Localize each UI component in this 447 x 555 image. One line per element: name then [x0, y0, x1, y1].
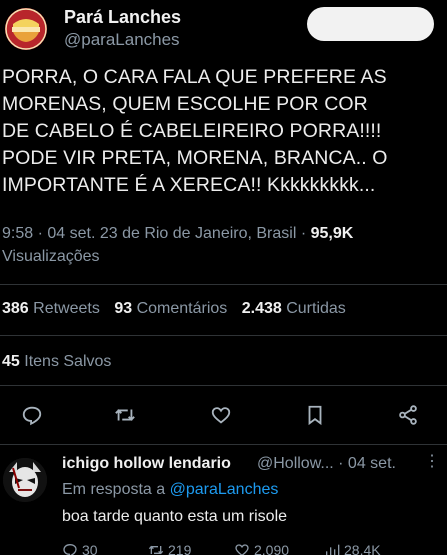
tweet-metadata: 9:58 · 04 set. 23 de Rio de Janeiro, Bra…	[2, 222, 442, 268]
hollow-mask-avatar	[3, 458, 47, 502]
tweet-text: PORRA, O CARA FALA QUE PREFERE AS MORENA…	[2, 66, 388, 196]
engagement-stats: 386 Retweets 93 Comentários 2.438 Curtid…	[2, 300, 356, 318]
views-icon	[326, 544, 340, 555]
like-icon	[211, 407, 231, 424]
more-options-icon[interactable]: ⋮	[424, 451, 440, 471]
user-handle[interactable]: @paraLanches	[64, 30, 180, 50]
reply-button[interactable]	[17, 400, 47, 430]
divider	[0, 335, 447, 336]
like-button[interactable]	[206, 400, 236, 430]
retweet-icon	[115, 409, 135, 421]
reply-retweet-button[interactable]: 219	[148, 542, 191, 555]
likes-stat[interactable]: 2.438 Curtidas	[242, 300, 346, 317]
follow-button[interactable]	[307, 7, 434, 41]
display-name[interactable]: Pará Lanches	[64, 7, 181, 28]
share-button[interactable]	[393, 400, 423, 430]
reply-tweet[interactable]: ichigo hollow lendario @Hollow... · 04 s…	[0, 446, 447, 555]
views-label: Visualizações	[2, 248, 100, 265]
mention-link[interactable]: @paraLanches	[170, 481, 279, 498]
divider	[0, 444, 447, 445]
share-icon	[399, 405, 417, 425]
saved-stat[interactable]: 45 Itens Salvos	[2, 353, 111, 370]
tweet-timestamp[interactable]: 9:58 · 04 set. 23 de Rio de Janeiro, Bra…	[2, 225, 311, 242]
reply-icon	[22, 406, 42, 426]
retweet-button[interactable]	[110, 400, 140, 430]
tweet-action-bar	[0, 398, 447, 432]
reply-action-bar: 30 219 2.090 28,4K	[62, 542, 442, 555]
divider	[0, 385, 447, 386]
reply-to-line: Em resposta a @paraLanches	[62, 481, 279, 498]
reply-views-button[interactable]: 28,4K	[324, 542, 381, 555]
retweet-icon	[148, 545, 164, 555]
like-icon	[235, 544, 249, 555]
comments-stat[interactable]: 93 Comentários	[114, 300, 227, 317]
reply-handle-time[interactable]: @Hollow... · 04 set.	[257, 455, 396, 473]
retweets-stat[interactable]: 386 Retweets	[2, 300, 100, 317]
views-count: 95,9K	[310, 225, 354, 242]
reply-icon	[63, 543, 77, 555]
reply-text: boa tarde quanto esta um risole	[62, 508, 288, 525]
reply-like-button[interactable]: 2.090	[234, 542, 289, 555]
bookmark-icon	[308, 405, 322, 426]
reply-author-name[interactable]: ichigo hollow lendario	[62, 455, 231, 473]
avatar[interactable]	[5, 8, 47, 50]
reply-reply-button[interactable]: 30	[62, 542, 98, 555]
tweet-header: Pará Lanches @paraLanches	[0, 0, 447, 60]
divider	[0, 284, 447, 285]
saved-stat-row: 45 Itens Salvos	[2, 353, 121, 371]
bookmark-button[interactable]	[300, 400, 330, 430]
para-lanches-logo	[5, 8, 47, 50]
reply-avatar[interactable]	[3, 458, 47, 502]
